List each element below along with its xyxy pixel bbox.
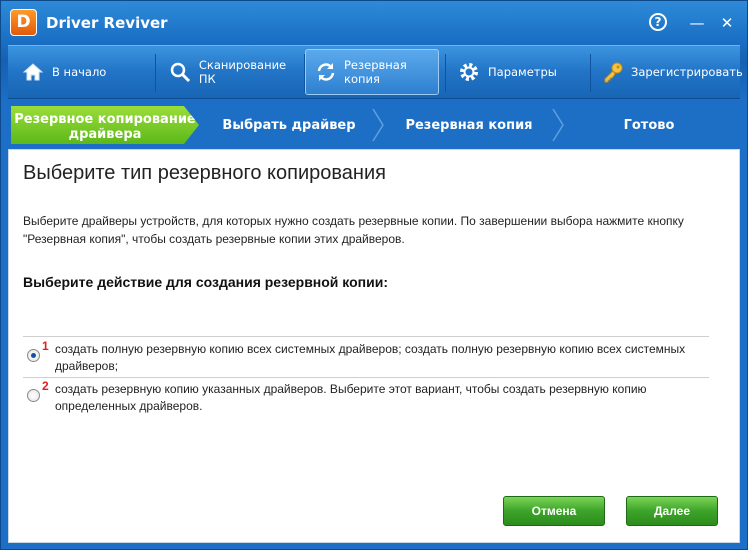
content-panel: Выберите тип резервного копирования Выбе…: [8, 149, 740, 543]
wizard-steps: Резервное копирование драйвера Выбрать д…: [8, 106, 740, 144]
option-full-backup-label[interactable]: создать полную резервную копию всех сист…: [55, 341, 705, 375]
option-selected-backup-label[interactable]: создать резервную копию указанных драйве…: [55, 381, 705, 415]
app-title: Driver Reviver: [46, 14, 168, 32]
gear-icon: [456, 59, 482, 85]
nav-backup[interactable]: Резервная копия: [305, 49, 439, 95]
nav-backup-label: Резервная копия: [344, 58, 407, 86]
option-marker: 2: [42, 379, 49, 393]
option-full-backup[interactable]: 1 создать полную резервную копию всех си…: [23, 339, 713, 375]
divider: [23, 377, 709, 378]
close-button[interactable]: ✕: [717, 13, 737, 33]
step-done: Готово: [623, 117, 675, 133]
app-window: D Driver Reviver ? — ✕ В начало Сканиров…: [0, 0, 748, 550]
nav-scan[interactable]: Сканирование ПК: [160, 49, 302, 95]
nav-home[interactable]: В начало: [12, 49, 152, 95]
minimize-button[interactable]: —: [687, 13, 707, 33]
option-marker: 1: [42, 339, 49, 353]
step-backup: Резервная копия: [405, 117, 533, 133]
nav-divider: [155, 54, 156, 92]
nav-home-label: В начало: [52, 65, 107, 79]
step-select-driver: Выбрать драйвер: [222, 117, 356, 133]
page-description: Выберите драйверы устройств, для которых…: [23, 214, 684, 246]
step-chevron-icon: [372, 108, 384, 142]
nav-divider: [590, 54, 591, 92]
page-title: Выберите тип резервного копирования: [23, 162, 386, 184]
nav-divider: [445, 54, 446, 92]
app-logo: D: [10, 9, 37, 36]
option-selected-backup[interactable]: 2 создать резервную копию указанных драй…: [23, 379, 713, 415]
radio-selected-backup[interactable]: [27, 389, 40, 402]
title-bar[interactable]: D Driver Reviver ? — ✕: [1, 1, 747, 45]
home-icon: [20, 59, 46, 85]
nav-register-label: Зарегистрировать: [631, 65, 743, 79]
key-icon: [601, 59, 625, 85]
main-nav: В начало Сканирование ПК Резервная копия…: [8, 45, 743, 99]
radio-full-backup[interactable]: [27, 349, 40, 362]
section-heading: Выберите действие для создания резервной…: [23, 274, 389, 290]
magnifier-icon: [168, 59, 193, 85]
divider: [23, 336, 709, 337]
refresh-icon: [314, 59, 338, 85]
step-backup-driver: Резервное копирование драйвера: [11, 106, 199, 144]
nav-scan-label: Сканирование ПК: [198, 58, 287, 86]
nav-register[interactable]: Зарегистрировать: [593, 49, 743, 95]
step-chevron-icon: [552, 108, 564, 142]
cancel-button[interactable]: Отмена: [503, 496, 605, 526]
help-icon[interactable]: ?: [649, 13, 667, 31]
nav-settings-label: Параметры: [488, 65, 557, 79]
next-button[interactable]: Далее: [626, 496, 718, 526]
nav-settings[interactable]: Параметры: [448, 49, 588, 95]
